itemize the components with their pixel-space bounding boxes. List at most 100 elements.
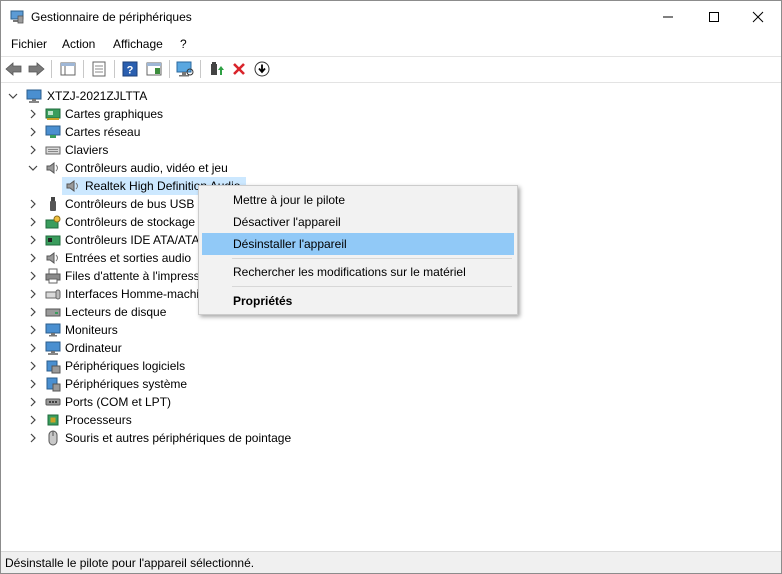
speaker-icon [66, 180, 78, 192]
tree-category-label[interactable]: Périphériques système [65, 375, 187, 393]
uninstall-device-button[interactable] [229, 59, 249, 79]
tree-category-label[interactable]: Entrées et sorties audio [65, 249, 191, 267]
update-driver-icon [92, 61, 106, 77]
maximize-button[interactable] [691, 1, 737, 33]
svg-text:?: ? [127, 65, 134, 77]
chevron-right-icon[interactable] [28, 145, 38, 155]
window-title: Gestionnaire de périphériques [31, 10, 192, 24]
tree-category-label[interactable]: Moniteurs [65, 321, 118, 339]
chevron-down-icon[interactable] [8, 91, 18, 101]
context-item-disable-device[interactable]: Désactiver l'appareil [202, 211, 514, 233]
chevron-right-icon[interactable] [28, 343, 38, 353]
properties-icon [60, 62, 76, 76]
menu-fichier[interactable]: Fichier [11, 37, 47, 51]
tree-category-label[interactable]: Contrôleurs de bus USB [65, 195, 194, 213]
properties-button[interactable] [89, 59, 109, 79]
chevron-right-icon[interactable] [28, 253, 38, 263]
download-icon [254, 61, 270, 77]
chevron-right-icon[interactable] [28, 307, 38, 317]
toolbar: ? [1, 57, 781, 81]
chevron-right-icon[interactable] [28, 415, 38, 425]
tree-root-label[interactable]: XTZJ-2021ZJLTTA [47, 87, 147, 105]
tree-category-label[interactable]: Files d'attente à l'impression [65, 267, 216, 285]
mouse-icon [48, 430, 58, 446]
menu-help[interactable]: ? [180, 37, 187, 51]
disable-device-button[interactable] [252, 59, 272, 79]
monitor-icon [45, 323, 61, 337]
hid-icon [45, 289, 61, 300]
close-icon [752, 11, 764, 23]
menu-action[interactable]: Action [62, 37, 95, 51]
tree-category-label[interactable]: Contrôleurs de stockage [65, 213, 195, 231]
tree-category-label[interactable]: Cartes réseau [65, 123, 140, 141]
menu-affichage[interactable]: Affichage [113, 37, 163, 51]
status-bar: Désinstalle le pilote pour l'appareil sé… [1, 551, 781, 573]
computer-icon [45, 341, 61, 355]
menu-bar: Fichier Action Affichage ? [1, 34, 781, 56]
port-icon [45, 398, 61, 406]
toolbar-separator [51, 60, 52, 78]
tree-category-label[interactable]: Souris et autres périphériques de pointa… [65, 429, 291, 447]
chevron-right-icon[interactable] [28, 271, 38, 281]
chevron-right-icon[interactable] [28, 325, 38, 335]
back-button[interactable] [4, 59, 24, 79]
chevron-down-icon[interactable] [28, 163, 38, 173]
context-menu-separator [232, 258, 512, 259]
tree-category-label[interactable]: Contrôleurs audio, vidéo et jeu [65, 159, 228, 177]
system-device-icon [46, 377, 61, 392]
ide-controller-icon [45, 235, 61, 246]
software-device-icon [46, 360, 61, 374]
chevron-right-icon[interactable] [28, 127, 38, 137]
display-adapter-icon [45, 108, 61, 120]
forward-button[interactable] [26, 59, 46, 79]
chevron-right-icon[interactable] [28, 433, 38, 443]
update-driver-button[interactable] [206, 59, 226, 79]
minimize-button[interactable] [645, 1, 691, 33]
back-arrow-icon [5, 62, 22, 76]
tree-category-label[interactable]: Périphériques logiciels [65, 357, 185, 375]
chevron-right-icon[interactable] [28, 361, 38, 371]
context-item-update-driver[interactable]: Mettre à jour le pilote [202, 189, 514, 211]
uninstall-device-icon [233, 63, 245, 75]
context-item-properties[interactable]: Propriétés [202, 290, 514, 312]
tree-category-label[interactable]: Ports (COM et LPT) [65, 393, 171, 411]
minimize-icon [663, 16, 673, 18]
show-hide-tree-button[interactable] [58, 59, 78, 79]
chevron-right-icon[interactable] [28, 199, 38, 209]
tree-category-label[interactable]: Lecteurs de disque [65, 303, 166, 321]
help-button[interactable]: ? [120, 59, 140, 79]
chevron-right-icon[interactable] [28, 109, 38, 119]
chevron-right-icon[interactable] [28, 397, 38, 407]
action-icon [146, 62, 162, 76]
processor-icon [47, 414, 59, 426]
context-menu-separator [232, 286, 512, 287]
toolbar-separator [169, 60, 170, 78]
device-tree[interactable]: XTZJ-2021ZJLTTA Cartes graphiques Cartes r… [2, 83, 780, 550]
network-adapter-icon [45, 125, 61, 138]
speaker-icon [46, 252, 58, 264]
toolbar-separator [114, 60, 115, 78]
tree-category-label[interactable]: Cartes graphiques [65, 105, 163, 123]
tree-category-label[interactable]: Ordinateur [65, 339, 122, 357]
scan-hardware-button[interactable] [175, 59, 195, 79]
action-button[interactable] [144, 59, 164, 79]
chevron-right-icon[interactable] [28, 379, 38, 389]
chevron-right-icon[interactable] [28, 217, 38, 227]
printer-icon [45, 268, 61, 284]
tree-category-label[interactable]: Contrôleurs IDE ATA/ATAPI [65, 231, 211, 249]
toolbar-separator [200, 60, 201, 78]
tree-category-label[interactable]: Interfaces Homme-machine [65, 285, 212, 303]
chevron-right-icon[interactable] [28, 235, 38, 245]
status-text: Désinstalle le pilote pour l'appareil sé… [5, 556, 255, 570]
disk-drive-icon [45, 308, 61, 317]
close-button[interactable] [735, 1, 781, 33]
tree-category-label[interactable]: Processeurs [65, 411, 132, 429]
device-manager-window: Gestionnaire de périphériques Fichier Ac… [0, 0, 782, 574]
tree-category-label[interactable]: Claviers [65, 141, 108, 159]
enable-device-icon [211, 62, 224, 75]
context-item-uninstall-device[interactable]: Désinstaller l'appareil [202, 233, 514, 255]
context-item-scan-hardware[interactable]: Rechercher les modifications sur le maté… [202, 261, 514, 283]
chevron-right-icon[interactable] [28, 289, 38, 299]
computer-icon [26, 89, 42, 103]
help-icon: ? [122, 61, 138, 77]
